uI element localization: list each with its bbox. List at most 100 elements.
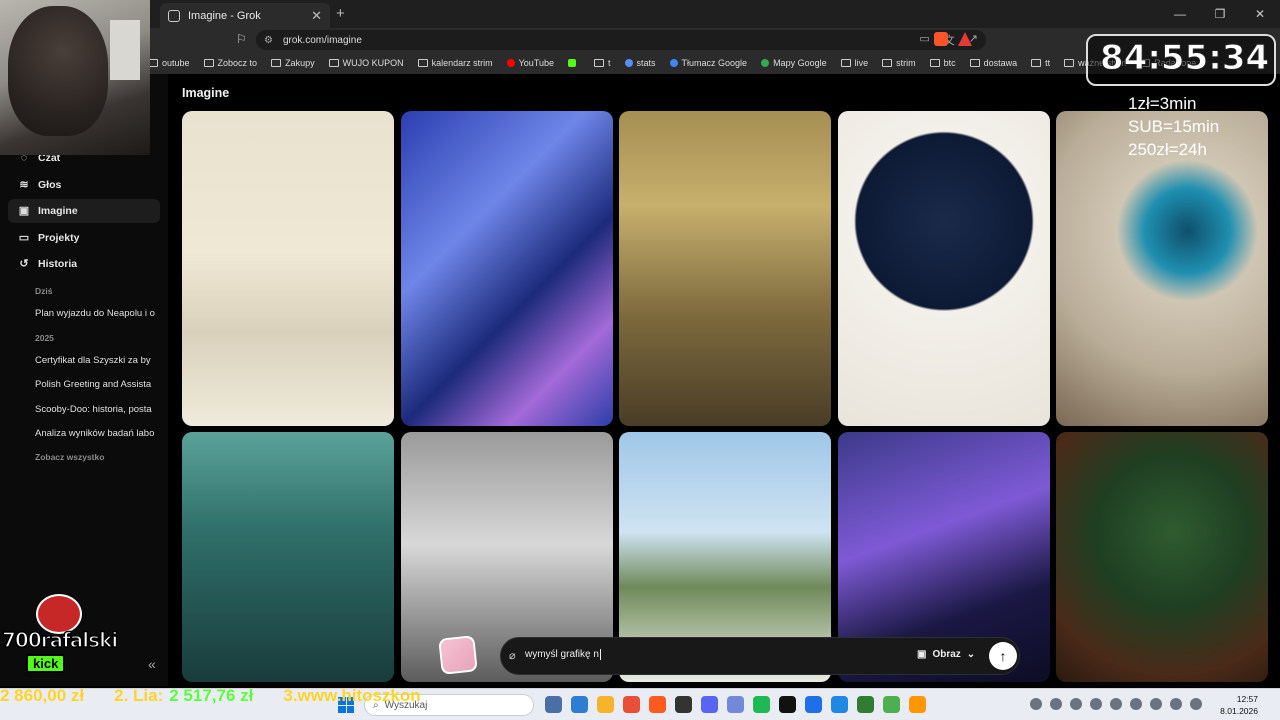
taskbar-app-icon[interactable]	[571, 696, 588, 713]
prompt-input[interactable]: wymyśl grafikę n	[525, 649, 601, 660]
see-all-link[interactable]: Zobacz wszystko	[35, 447, 157, 467]
system-tray	[1030, 698, 1202, 710]
attach-icon[interactable]: ⌀	[509, 649, 516, 662]
bookmark-item[interactable]: Mapy Google	[761, 58, 827, 68]
taskbar-app-icon[interactable]	[831, 696, 848, 713]
bookmark-item[interactable]: t	[594, 58, 611, 68]
tray-icon[interactable]	[1110, 698, 1122, 710]
bookmark-item[interactable]: Zakupy	[271, 58, 315, 68]
bookmark-item[interactable]: dostawa	[969, 58, 1017, 68]
history-item[interactable]: Analiza wyników badań labo	[35, 422, 157, 447]
brave-shields-icon[interactable]	[934, 32, 948, 46]
browser-tab[interactable]: Imagine - Grok ✕	[160, 3, 330, 28]
taskbar-app-icon[interactable]	[805, 696, 822, 713]
bookmark-label: stats	[636, 58, 656, 68]
bookmark-item[interactable]: strim	[882, 58, 916, 68]
site-settings-icon[interactable]: ⚙	[264, 35, 273, 46]
tray-icon[interactable]	[1190, 698, 1202, 710]
taskbar-app-icon[interactable]	[727, 696, 744, 713]
bookmark-item[interactable]: btc	[929, 58, 956, 68]
bookmark-label: live	[854, 58, 869, 68]
address-bar[interactable]: ⚙ grok.com/imagine ▭ 文 ↗	[256, 30, 986, 50]
image-card-underwater-woman-with-flowers[interactable]	[182, 432, 394, 682]
image-card-man-in-leather-jacket-room[interactable]	[619, 111, 832, 426]
time: 12:57	[1236, 694, 1258, 704]
donation-ticker: 2 860,00 zł 2. Lia: 2 517,76 zł 3.www.hitos…	[0, 686, 440, 706]
tray-icon[interactable]	[1070, 698, 1082, 710]
taskbar-apps	[545, 696, 926, 713]
taskbar-app-icon[interactable]	[883, 696, 900, 713]
tray-icon[interactable]	[1150, 698, 1162, 710]
history-item[interactable]: Polish Greeting and Assista	[35, 373, 157, 398]
bookmark-item[interactable]: WUJO KUPON	[328, 58, 404, 68]
clock[interactable]: 12:57 8.01.2026	[1220, 693, 1258, 717]
taskbar-app-icon[interactable]	[597, 696, 614, 713]
taskbar-app-icon[interactable]	[701, 696, 718, 713]
ticker-item: 3.www.hitoszkon	[283, 686, 421, 705]
tray-icon[interactable]	[1050, 698, 1062, 710]
history-item[interactable]: Scooby-Doo: historia, posta	[35, 398, 157, 423]
history-item[interactable]: Certyfikat dla Szyszki za by	[35, 349, 157, 374]
bookmark-icon[interactable]: ⚐	[236, 32, 247, 46]
site-favicon-icon	[624, 59, 633, 67]
bookmark-item[interactable]: kalendarz strim	[417, 58, 493, 68]
send-button[interactable]: ↑	[989, 642, 1017, 670]
folder-icon	[969, 59, 980, 67]
taskbar-app-icon[interactable]	[857, 696, 874, 713]
bookmark-item[interactable]	[568, 59, 580, 67]
image-card-winter-sledding-illustration[interactable]	[182, 111, 394, 426]
minimize-icon[interactable]: —	[1160, 0, 1200, 28]
bookmark-item[interactable]: YouTube	[506, 58, 554, 68]
folder-icon	[882, 59, 893, 67]
date: 8.01.2026	[1220, 706, 1258, 716]
folder-icon	[840, 59, 851, 67]
image-card-glass-creature-abstract[interactable]	[400, 111, 613, 426]
image-mode-icon: ▣	[917, 649, 927, 660]
close-tab-icon[interactable]: ✕	[311, 8, 322, 24]
new-tab-icon[interactable]: +	[336, 5, 345, 22]
rate-line: SUB=15min	[1128, 117, 1220, 136]
bookmark-item[interactable]: Tłumacz Google	[669, 58, 747, 68]
image-card-woman-with-flowing-hair[interactable]	[837, 111, 1050, 426]
kick-favicon-icon	[568, 59, 576, 67]
close-window-icon[interactable]: ✕	[1240, 0, 1280, 28]
taskbar-app-icon[interactable]	[623, 696, 640, 713]
rate-line: 250zł=24h	[1128, 140, 1207, 159]
folder-icon	[417, 59, 428, 67]
voice-icon: ≋	[19, 178, 29, 191]
taskbar-app-icon[interactable]	[649, 696, 666, 713]
bookmark-item[interactable]: stats	[624, 58, 656, 68]
tray-icon[interactable]	[1090, 698, 1102, 710]
bookmark-item[interactable]: live	[840, 58, 869, 68]
bookmark-label: tt	[1045, 58, 1051, 68]
attached-image-thumbnail[interactable]	[438, 635, 478, 675]
taskbar-app-icon[interactable]	[545, 696, 562, 713]
folder-icon	[328, 59, 339, 67]
brave-rewards-icon[interactable]	[958, 32, 972, 46]
bookmark-item[interactable]: Zobocz to	[203, 58, 257, 68]
taskbar-app-icon[interactable]	[909, 696, 926, 713]
sidebar-item-historia[interactable]: ↺ Historia	[8, 252, 160, 276]
tray-icon[interactable]	[1030, 698, 1042, 710]
sidebar-item-głos[interactable]: ≋ Głos	[8, 173, 160, 197]
sidebar-item-imagine[interactable]: ▣ Imagine	[8, 199, 160, 224]
folder-icon	[594, 59, 604, 67]
bookmark-label: Mapy Google	[773, 58, 827, 68]
taskbar-app-icon[interactable]	[675, 696, 692, 713]
cast-icon[interactable]: ▭	[919, 32, 929, 48]
sidebar-item-projekty[interactable]: ▭ Projekty	[8, 226, 160, 250]
tray-icon[interactable]	[1130, 698, 1142, 710]
tray-icon[interactable]	[1170, 698, 1182, 710]
history-item[interactable]: Plan wyjazdu do Neapolu i o	[35, 302, 157, 327]
mode-selector[interactable]: ▣ Obraz ⌄	[917, 649, 975, 660]
maximize-icon[interactable]: ❐	[1200, 0, 1240, 28]
collapse-sidebar-icon[interactable]: «	[148, 656, 156, 672]
taskbar-app-icon[interactable]	[779, 696, 796, 713]
bookmark-item[interactable]: outube	[148, 58, 190, 68]
rate-info: 1zł=3min SUB=15min 250zł=24h	[1128, 92, 1219, 161]
taskbar-app-icon[interactable]	[753, 696, 770, 713]
bookmark-item[interactable]: tt	[1031, 58, 1050, 68]
subathon-timer: 84:55:34	[1099, 38, 1270, 79]
bookmark-label: kalendarz strim	[431, 58, 493, 68]
image-card-cat-in-christmas-gift[interactable]	[1056, 432, 1269, 682]
